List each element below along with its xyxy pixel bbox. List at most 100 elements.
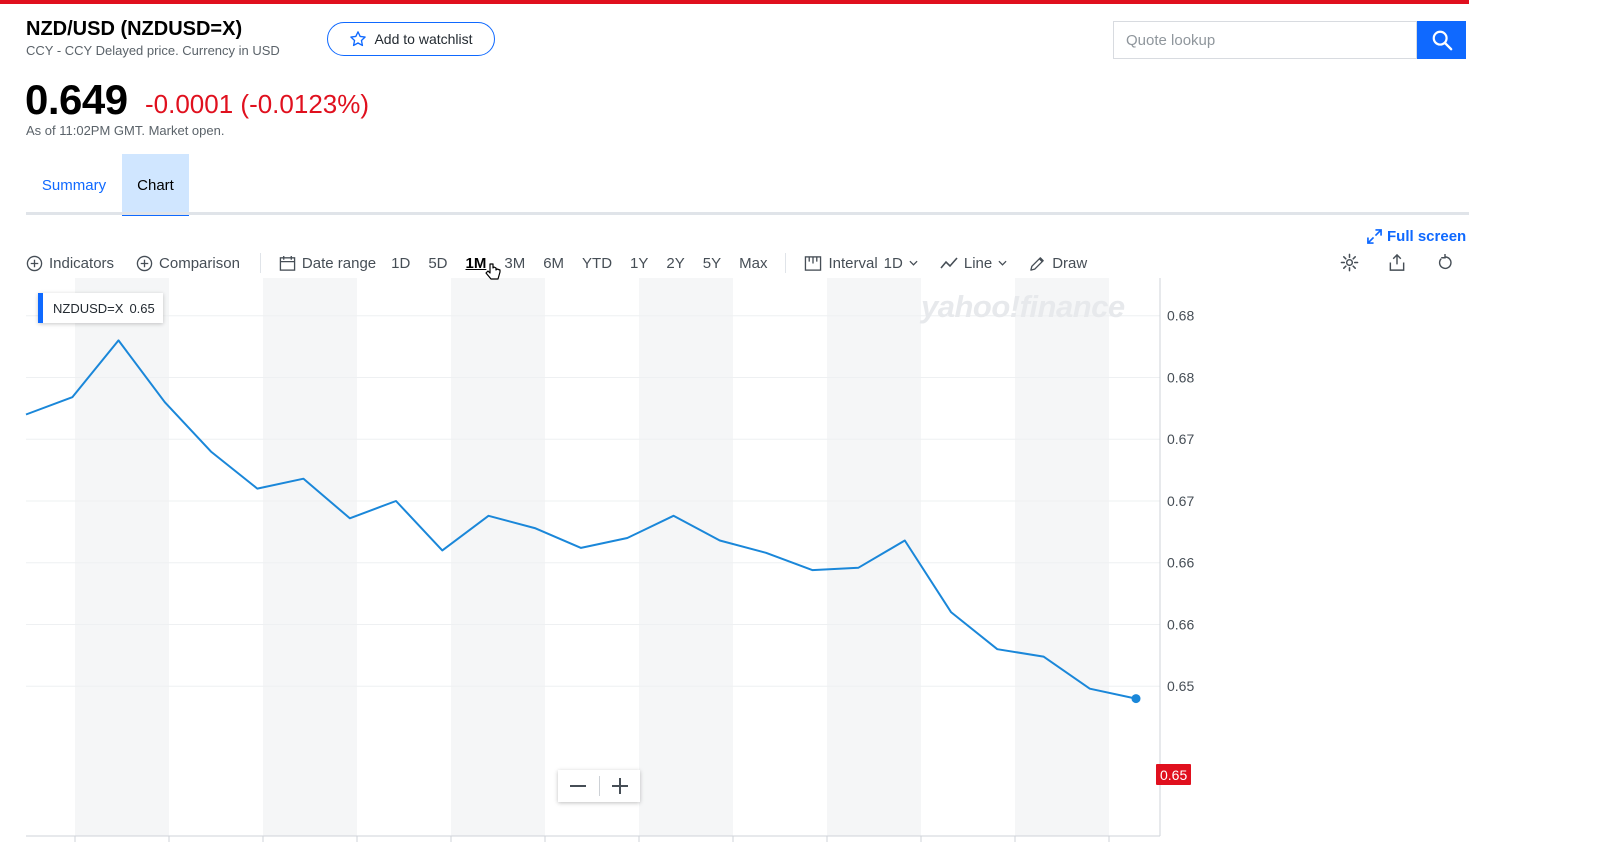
yahoo-finance-watermark: yahoo!finance	[921, 289, 1125, 324]
range-button-ytd[interactable]: YTD	[582, 255, 612, 272]
y-tick-label: 0.67	[1167, 493, 1194, 509]
comparison-label: Comparison	[159, 254, 240, 272]
range-button-3m[interactable]: 3M	[504, 255, 525, 272]
chart-background-band	[451, 278, 545, 836]
price-timestamp: As of 11:02PM GMT. Market open.	[26, 123, 225, 138]
data-point	[255, 487, 259, 491]
plus-circle-icon	[26, 255, 43, 271]
chart-background-band	[827, 278, 921, 836]
draw-label: Draw	[1052, 254, 1088, 272]
y-tick-label: 0.66	[1167, 616, 1194, 632]
chart-background-band	[639, 278, 733, 836]
range-button-5d[interactable]: 5D	[428, 255, 447, 272]
minus-icon	[570, 785, 587, 787]
data-point	[995, 647, 999, 651]
gear-icon	[1340, 253, 1358, 271]
line-chart-icon	[940, 257, 958, 269]
quote-tabs: Summary Chart	[26, 154, 189, 216]
tab-chart[interactable]: Chart	[122, 154, 189, 216]
share-icon	[1389, 253, 1405, 271]
data-point	[857, 566, 861, 570]
data-point	[1042, 655, 1046, 659]
last-price-label: 0.65	[1156, 764, 1192, 785]
current-price: 0.649	[25, 76, 128, 123]
settings-button[interactable]	[1337, 250, 1361, 274]
calendar-icon	[279, 255, 296, 271]
star-icon	[350, 31, 367, 47]
chart-canvas: 0.68 0.68 0.67 0.67 0.66 0.66 0.65	[24, 278, 1194, 842]
data-point	[718, 538, 722, 542]
full-screen-button[interactable]: Full screen	[1367, 228, 1466, 245]
data-point	[1088, 687, 1092, 691]
quote-title: NZD/USD (NZDUSD=X)	[26, 18, 243, 40]
quote-lookup-input[interactable]: Quote lookup	[1113, 21, 1417, 59]
date-range-label: Date range	[301, 254, 377, 272]
series-line-nzdusd	[25, 339, 1137, 700]
range-button-6m[interactable]: 6M	[543, 255, 564, 272]
zoom-out-button[interactable]	[558, 770, 599, 802]
series-name: NZDUSD=X	[53, 300, 124, 316]
data-point	[394, 499, 398, 503]
reset-button[interactable]	[1433, 250, 1457, 274]
comparison-button[interactable]: Comparison	[136, 255, 240, 272]
data-point	[24, 413, 28, 417]
chart-type-selector[interactable]: Line	[940, 255, 1007, 272]
indicators-label: Indicators	[49, 254, 115, 272]
data-point	[903, 538, 907, 542]
zoom-in-button[interactable]	[600, 770, 641, 802]
indicators-button[interactable]: Indicators	[26, 255, 114, 272]
y-tick-label: 0.65	[1167, 678, 1194, 694]
data-point	[764, 551, 768, 555]
search-button[interactable]	[1417, 21, 1466, 59]
series-legend: NZDUSD=X 0.65	[38, 293, 163, 323]
expand-icon	[1367, 229, 1382, 244]
data-point	[672, 514, 676, 518]
data-point	[348, 516, 352, 520]
chart-background-band	[263, 278, 357, 836]
range-button-max[interactable]: Max	[739, 255, 767, 272]
plus-icon	[611, 778, 628, 794]
data-point	[949, 610, 953, 614]
toolbar-divider	[259, 253, 261, 273]
y-tick-label: 0.67	[1167, 431, 1194, 447]
pencil-icon	[1030, 256, 1045, 271]
search-icon	[1432, 30, 1452, 51]
date-range-button[interactable]: Date range	[279, 255, 376, 272]
y-tick-label: 0.68	[1167, 308, 1194, 324]
chart-background-band	[1015, 278, 1109, 836]
data-point	[579, 546, 583, 550]
range-button-5y[interactable]: 5Y	[703, 255, 721, 272]
interval-selector[interactable]: Interval 1D	[804, 254, 918, 272]
interval-value: 1D	[883, 254, 903, 272]
ruler-icon	[805, 255, 822, 271]
range-button-2y[interactable]: 2Y	[666, 255, 684, 272]
range-selector: 1D 5D 1M 3M 6M YTD 1Y 2Y 5Y Max	[391, 255, 767, 272]
price-chart[interactable]: 0.68 0.68 0.67 0.67 0.66 0.66 0.65	[0, 278, 1599, 843]
plus-circle-icon	[136, 255, 153, 271]
series-value: 0.65	[129, 300, 155, 316]
data-point	[163, 400, 167, 404]
y-tick-label: 0.68	[1167, 369, 1194, 385]
last-data-point	[1131, 694, 1141, 704]
chevron-down-icon	[909, 260, 918, 266]
data-point	[625, 536, 629, 540]
tab-summary[interactable]: Summary	[26, 154, 122, 216]
range-button-1y[interactable]: 1Y	[630, 255, 648, 272]
chart-type-label: Line	[963, 254, 993, 272]
full-screen-label: Full screen	[1387, 228, 1467, 245]
price-change: -0.0001 (-0.0123%)	[145, 89, 370, 119]
quote-subtitle: CCY - CCY Delayed price. Currency in USD	[26, 43, 280, 58]
add-to-watchlist-button[interactable]: Add to watchlist	[327, 22, 495, 56]
zoom-controls	[558, 770, 640, 802]
data-point	[440, 548, 444, 552]
range-button-1d[interactable]: 1D	[391, 255, 410, 272]
data-point	[117, 338, 121, 342]
data-point	[302, 477, 306, 481]
share-button[interactable]	[1385, 250, 1409, 274]
watchlist-label: Add to watchlist	[374, 31, 473, 47]
chart-background-band	[75, 278, 169, 836]
tabs-divider	[26, 212, 1469, 215]
page: NZD/USD (NZDUSD=X) CCY - CCY Delayed pri…	[0, 0, 1599, 843]
draw-button[interactable]: Draw	[1029, 255, 1087, 272]
data-point	[487, 514, 491, 518]
